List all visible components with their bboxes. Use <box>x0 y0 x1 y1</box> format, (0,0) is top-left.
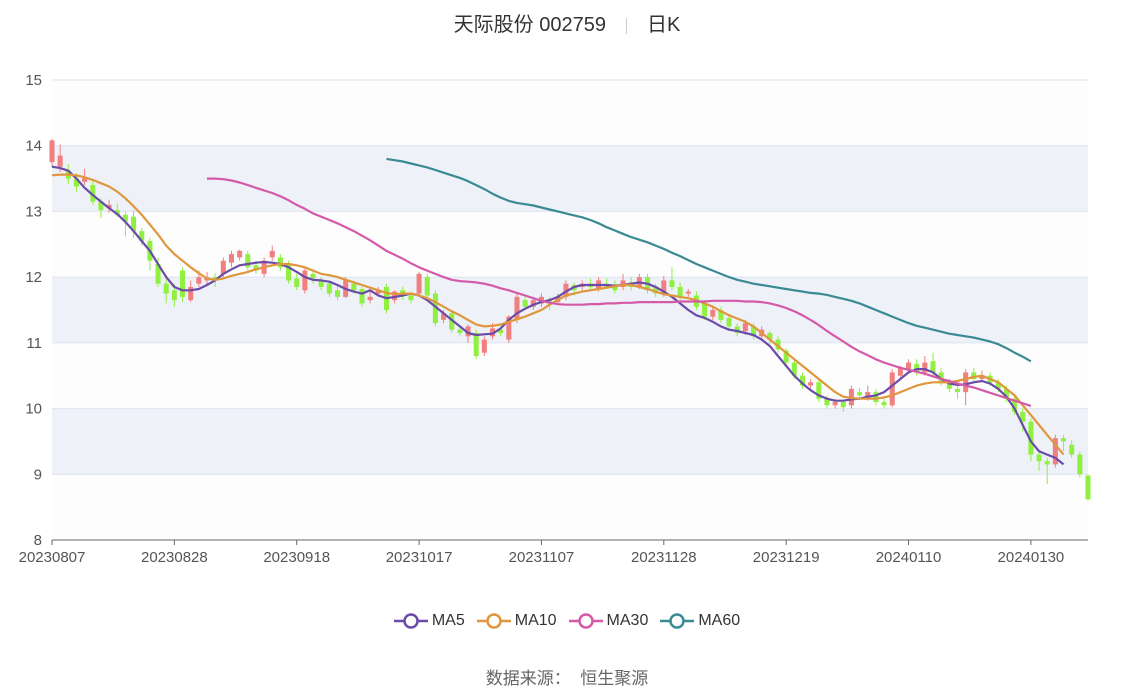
candle-body <box>840 402 846 408</box>
candle-body <box>857 392 863 396</box>
x-tick-label: 20230807 <box>19 549 86 566</box>
grid-band <box>52 474 1088 540</box>
y-tick-label: 12 <box>25 269 42 286</box>
y-tick-label: 11 <box>26 335 42 352</box>
candle-body <box>179 270 186 297</box>
y-tick-label: 13 <box>25 203 42 220</box>
candle-body <box>832 402 838 406</box>
candle-body <box>457 329 463 333</box>
candle-body <box>228 254 234 263</box>
legend-marker <box>568 613 603 629</box>
candle-body <box>1077 454 1083 475</box>
y-tick-label: 10 <box>25 401 42 418</box>
candle-body <box>906 362 912 370</box>
grid-band <box>52 277 1088 343</box>
grid-band <box>52 80 1088 146</box>
candle-body <box>702 303 708 317</box>
candle-body <box>171 290 177 301</box>
candle-body <box>334 290 341 297</box>
legend-item-ma30[interactable]: MA30 <box>568 612 649 630</box>
x-tick-label: 20231128 <box>631 549 697 566</box>
y-tick-label: 9 <box>34 466 42 483</box>
legend-label: MA60 <box>698 612 741 629</box>
candle-body <box>408 295 414 301</box>
candle-body <box>424 277 430 296</box>
legend-label: MA30 <box>606 612 649 629</box>
candle-body <box>1085 475 1091 500</box>
candle-body <box>196 277 202 284</box>
x-tick-label: 20231107 <box>509 549 575 566</box>
candle-body <box>685 291 691 294</box>
x-tick-label: 20231219 <box>753 549 820 566</box>
legend-marker <box>660 613 695 629</box>
candle-body <box>237 250 243 258</box>
legend-marker <box>476 613 511 629</box>
legend-item-ma60[interactable]: MA60 <box>660 612 740 630</box>
legend-label: MA5 <box>431 612 465 629</box>
y-tick-label: 14 <box>25 138 42 155</box>
x-tick-label: 20240130 <box>998 549 1065 566</box>
candle-body <box>310 273 316 279</box>
candle-body <box>889 372 895 406</box>
candle-body <box>963 372 969 393</box>
candle-body <box>481 339 487 353</box>
legend: MA5 MA10 MA30 MA60 <box>0 612 1134 630</box>
candle-body <box>726 317 732 327</box>
candle-body <box>1069 444 1075 455</box>
candle-body <box>326 283 332 294</box>
candle-body <box>49 140 55 163</box>
candle-body <box>954 388 961 393</box>
candle-body <box>269 250 275 258</box>
candle-body <box>57 155 63 167</box>
candle-body <box>677 287 683 297</box>
candle-body <box>1036 454 1042 462</box>
source-label: 数据来源： <box>485 669 571 688</box>
legend-marker <box>393 613 428 629</box>
data-source: 数据来源： 恒生聚源 <box>0 664 1134 689</box>
legend-item-ma5[interactable]: MA5 <box>393 612 465 630</box>
legend-label: MA10 <box>514 612 557 629</box>
candle-body <box>808 382 814 386</box>
candle-body <box>514 296 520 320</box>
candle-body <box>1044 461 1050 465</box>
candle-body <box>1060 438 1067 442</box>
x-tick-label: 20230828 <box>141 549 208 566</box>
candlestick-chart: 8 9 10 11 12 13 14 15 20230807 20230828 20230918 20… <box>19 72 1091 566</box>
candle-body <box>710 310 716 317</box>
candle-body <box>163 283 169 294</box>
candle-body <box>367 296 373 301</box>
grid-band <box>52 211 1088 278</box>
y-tick-label: 8 <box>34 532 42 549</box>
candle-body <box>742 323 748 332</box>
x-tick-label: 20231017 <box>386 549 453 566</box>
candle-body <box>302 270 308 291</box>
candle-body <box>351 283 357 291</box>
y-tick-label: 15 <box>25 72 42 89</box>
candle-body <box>669 280 675 287</box>
candle-body <box>359 288 365 304</box>
x-tick-label: 20240110 <box>876 549 942 566</box>
candle-body <box>416 273 422 294</box>
source-value: 恒生聚源 <box>580 669 649 688</box>
x-tick-label: 20230918 <box>263 549 330 566</box>
candle-body <box>294 278 300 287</box>
candle-body <box>881 402 887 406</box>
candle-body <box>522 300 528 307</box>
grid-band <box>52 408 1088 475</box>
legend-item-ma10[interactable]: MA10 <box>476 612 557 630</box>
candle-body <box>473 333 479 356</box>
